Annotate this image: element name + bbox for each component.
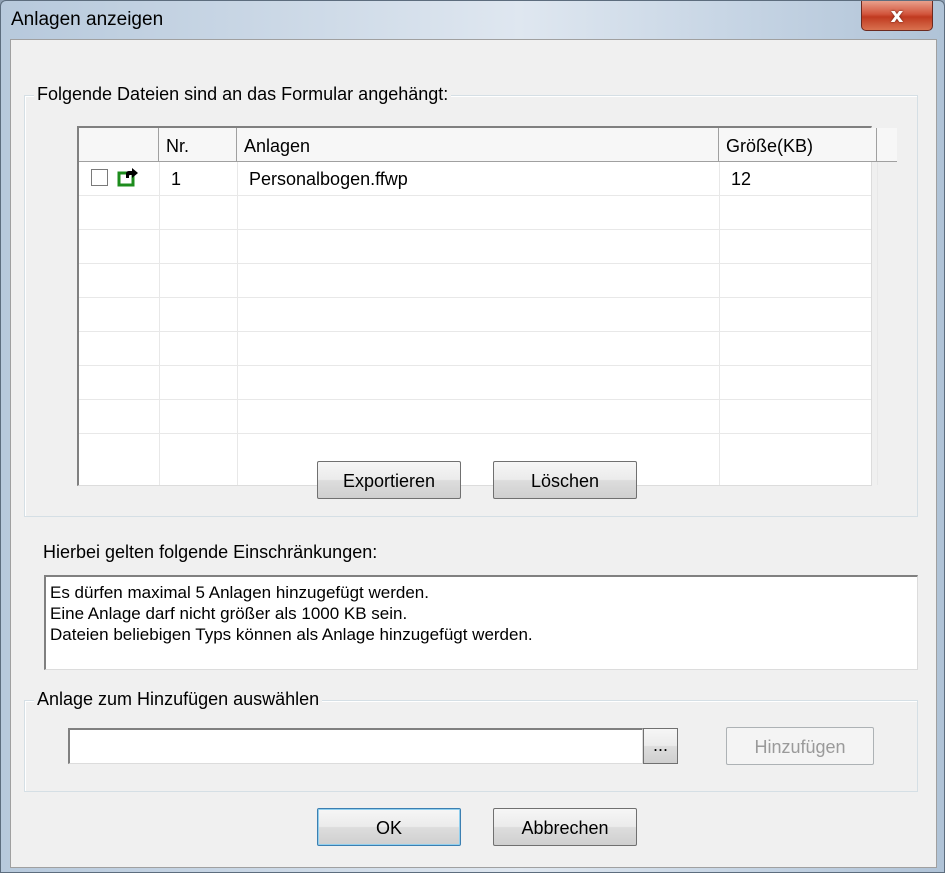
column-header-anlagen[interactable]: Anlagen [237,128,719,162]
delete-button[interactable]: Löschen [493,461,637,499]
add-attachment-group-legend: Anlage zum Hinzufügen auswählen [34,689,323,710]
cancel-button[interactable]: Abbrechen [493,808,637,846]
empty-row [79,332,871,366]
empty-row [79,298,871,332]
row-nr: 1 [171,169,182,189]
export-arrow-icon[interactable] [117,167,139,187]
export-button[interactable]: Exportieren [317,461,461,499]
browse-button[interactable]: ... [643,728,678,764]
empty-row [79,400,871,434]
column-header-filler [877,128,897,162]
row-size: 12 [731,169,752,189]
row-checkbox[interactable] [91,169,108,186]
restriction-line: Es dürfen maximal 5 Anlagen hinzugefügt … [50,583,429,602]
restrictions-heading: Hierbei gelten folgende Einschränkungen: [43,542,378,562]
column-header-size[interactable]: Größe(KB) [719,128,877,162]
restriction-line: Dateien beliebigen Typs können als Anlag… [50,625,533,644]
attachments-group-legend: Folgende Dateien sind an das Formular an… [34,84,452,105]
attachments-list[interactable]: Nr. Anlagen Größe(KB) 1 Personalbogen.ff… [77,126,897,486]
file-path-input[interactable] [68,728,643,764]
restriction-line: Eine Anlage darf nicht größer als 1000 K… [50,604,408,623]
empty-row [79,196,871,230]
title-bar[interactable]: Anlagen anzeigen x [1,1,944,39]
empty-row [79,230,871,264]
ok-button[interactable]: OK [317,808,461,846]
close-button[interactable]: x [861,1,933,31]
column-divider [877,162,878,485]
add-button[interactable]: Hinzufügen [726,727,874,765]
empty-row [79,434,871,468]
dialog-window: Anlagen anzeigen x Folgende Dateien sind… [0,0,945,873]
row-filename: Personalbogen.ffwp [249,169,408,189]
empty-row [79,366,871,400]
restrictions-text: Es dürfen maximal 5 Anlagen hinzugefügt … [44,575,918,670]
dialog-client-area: Folgende Dateien sind an das Formular an… [10,39,937,868]
table-row[interactable]: 1 Personalbogen.ffwp 12 [79,162,871,196]
column-header-select[interactable] [79,128,159,162]
list-header: Nr. Anlagen Größe(KB) [79,128,897,162]
empty-row [79,264,871,298]
close-icon: x [890,3,904,27]
window-title: Anlagen anzeigen [11,9,164,30]
column-header-nr[interactable]: Nr. [159,128,237,162]
